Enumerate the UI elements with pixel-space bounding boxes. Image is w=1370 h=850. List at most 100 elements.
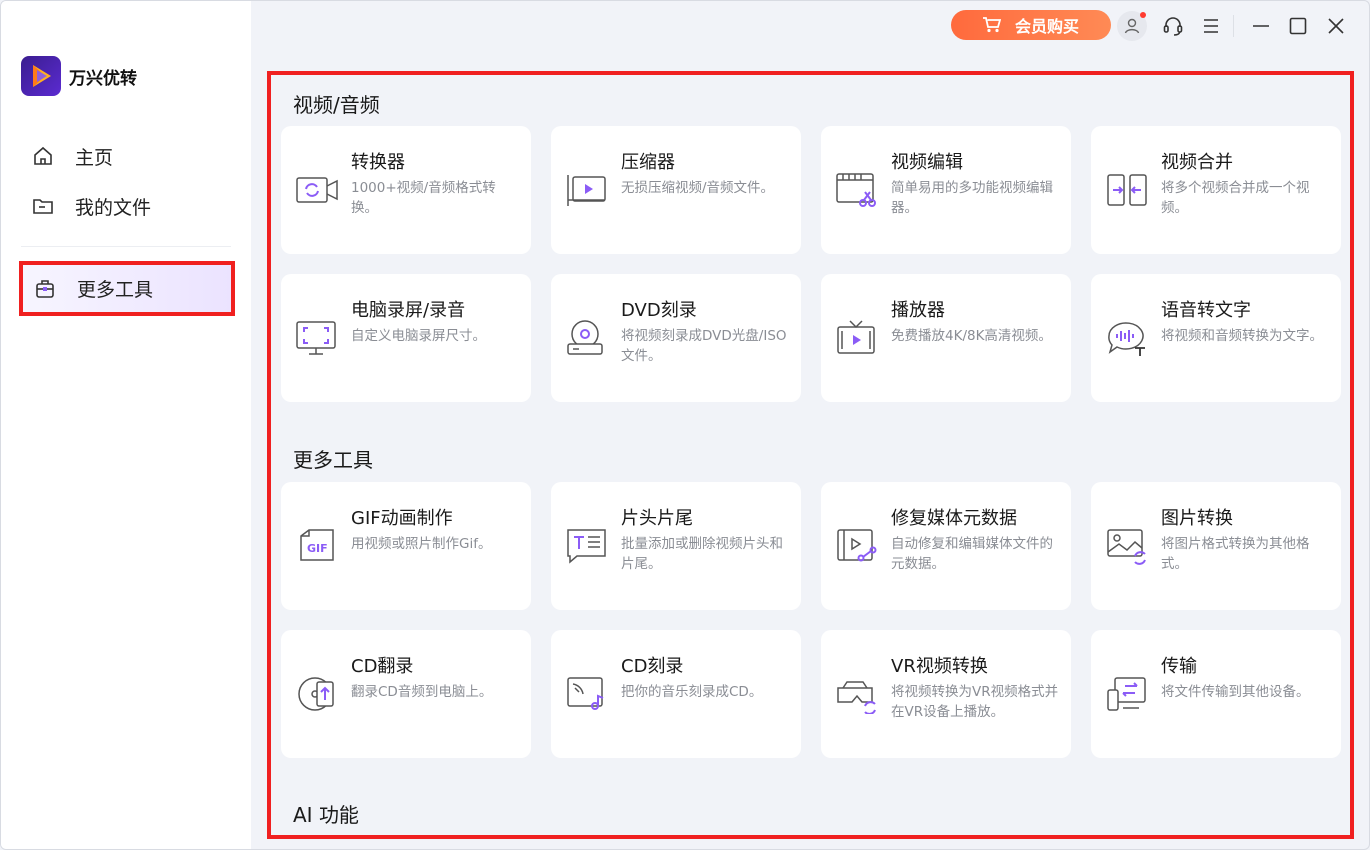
tool-card-title: 电脑录屏/录音: [351, 300, 466, 321]
maximize-icon: [1289, 17, 1307, 35]
tool-card-fix-metadata[interactable]: 修复媒体元数据 自动修复和编辑媒体文件的元数据。: [821, 482, 1071, 610]
title-bar: 会员购买: [251, 1, 1369, 51]
tool-card-desc: 批量添加或删除视频片头和片尾。: [621, 536, 783, 572]
cd-ripper-icon: [298, 677, 334, 711]
sidebar-item-my-files[interactable]: 我的文件: [31, 188, 151, 224]
cd-burner-icon: [567, 677, 604, 710]
tool-card-desc: 自定义电脑录屏尺寸。: [351, 328, 486, 344]
sidebar-item-more-tools[interactable]: 更多工具: [19, 261, 235, 316]
screen-recorder-icon: [296, 321, 336, 355]
tool-card-title: 语音转文字: [1161, 300, 1251, 321]
tool-card-video-merge[interactable]: 视频合并 将多个视频合并成一个视频。: [1091, 126, 1341, 254]
tool-card-desc: 自动修复和编辑媒体文件的元数据。: [891, 536, 1053, 572]
tool-card-converter[interactable]: 转换器 1000+视频/音频格式转换。: [281, 126, 531, 254]
support-button[interactable]: [1158, 11, 1188, 41]
tools-panel: 视频/音频 转换器 1000+视频/音频格式转换。 压缩器 无损压缩视频/音频文…: [267, 71, 1354, 839]
app-logo: 万兴优转: [21, 56, 137, 96]
vr-icon: [837, 681, 876, 714]
tool-card-desc: 用视频或照片制作Gif。: [351, 536, 492, 552]
tool-card-desc: 将多个视频合并成一个视频。: [1161, 180, 1310, 216]
tool-card-video-editor[interactable]: 视频编辑 简单易用的多功能视频编辑器。: [821, 126, 1071, 254]
tool-card-title: 视频合并: [1161, 152, 1233, 173]
tool-card-title: 视频编辑: [891, 152, 963, 173]
tool-card-title: GIF动画制作: [351, 508, 453, 529]
headset-icon: [1163, 17, 1183, 36]
minimize-button[interactable]: [1246, 11, 1276, 41]
tool-card-desc: 把你的音乐刻录成CD。: [621, 684, 763, 700]
gif-icon: GIF: [300, 529, 334, 561]
scrollbar-thumb[interactable]: [1351, 81, 1354, 641]
tool-card-desc: 将图片格式转换为其他格式。: [1161, 536, 1310, 572]
main-menu-button[interactable]: [1196, 11, 1226, 41]
player-icon: [837, 320, 875, 354]
maximize-button[interactable]: [1283, 11, 1313, 41]
speech-to-text-icon: [1108, 322, 1145, 356]
tool-card-title: CD刻录: [621, 656, 684, 677]
home-icon: [31, 144, 55, 168]
tool-card-compressor[interactable]: 压缩器 无损压缩视频/音频文件。: [551, 126, 801, 254]
tool-card-screen-recorder[interactable]: 电脑录屏/录音 自定义电脑录屏尺寸。: [281, 274, 531, 402]
sidebar-item-label: 主页: [75, 146, 114, 169]
section-title-video-audio: 视频/音频: [293, 93, 380, 117]
tool-card-desc: 将文件传输到其他设备。: [1161, 684, 1310, 700]
sidebar-item-label: 我的文件: [75, 196, 152, 219]
tool-card-cd-burner[interactable]: CD刻录 把你的音乐刻录成CD。: [551, 630, 801, 758]
converter-icon: [296, 177, 338, 203]
tool-card-title: 片头片尾: [621, 508, 693, 529]
sidebar-item-label: 更多工具: [77, 279, 154, 301]
tool-card-title: CD翻录: [351, 656, 414, 677]
app-name: 万兴优转: [69, 68, 137, 89]
tool-card-dvd-burner[interactable]: DVD刻录 将视频刻录成DVD光盘/ISO文件。: [551, 274, 801, 402]
section-title-ai-features: AI 功能: [293, 803, 359, 827]
tool-card-desc: 将视频转换为VR视频格式并在VR设备上播放。: [891, 684, 1059, 720]
minimize-icon: [1253, 25, 1269, 27]
tool-card-title: 压缩器: [621, 152, 675, 173]
tool-card-intro-outro[interactable]: 片头片尾 批量添加或删除视频片头和片尾。: [551, 482, 801, 610]
tool-card-gif-maker[interactable]: GIF GIF动画制作 用视频或照片制作Gif。: [281, 482, 531, 610]
notification-dot: [1140, 12, 1146, 18]
tool-card-title: 转换器: [351, 152, 405, 173]
tool-card-transfer[interactable]: 传输 将文件传输到其他设备。: [1091, 630, 1341, 758]
svg-text:GIF: GIF: [307, 542, 328, 555]
section-title-more-tools: 更多工具: [293, 448, 373, 472]
logo-mark-icon: [21, 56, 61, 96]
tool-card-title: 传输: [1161, 656, 1197, 677]
tool-card-desc: 将视频刻录成DVD光盘/ISO文件。: [621, 328, 787, 364]
scrollbar[interactable]: [1350, 75, 1354, 835]
dvd-icon: [567, 320, 603, 355]
metadata-icon: [837, 529, 877, 562]
tool-card-title: 播放器: [891, 300, 945, 321]
avatar[interactable]: [1117, 11, 1147, 41]
menu-icon: [1204, 19, 1218, 33]
avatar-icon: [1124, 18, 1140, 34]
tool-card-desc: 翻录CD音频到电脑上。: [351, 684, 493, 700]
sidebar-item-home[interactable]: 主页: [31, 138, 113, 174]
video-editor-icon: [836, 173, 876, 207]
tool-card-cd-ripper[interactable]: CD翻录 翻录CD音频到电脑上。: [281, 630, 531, 758]
close-button[interactable]: [1321, 11, 1351, 41]
titlebar-separator: [1233, 15, 1234, 37]
sidebar-divider: [21, 246, 231, 247]
tool-card-speech-to-text[interactable]: 语音转文字 将视频和音频转换为文字。: [1091, 274, 1341, 402]
tool-card-title: 修复媒体元数据: [891, 508, 1017, 529]
tool-card-desc: 将视频和音频转换为文字。: [1161, 328, 1323, 344]
app-window: 万兴优转 主页 我的文件 更多工具 会员购买 视频/音频 转换器 1000+视频…: [0, 0, 1370, 850]
cart-icon: [982, 17, 1001, 33]
vip-purchase-button[interactable]: 会员购买: [951, 10, 1111, 40]
close-icon: [1328, 18, 1344, 34]
tool-card-image-convert[interactable]: 图片转换 将图片格式转换为其他格式。: [1091, 482, 1341, 610]
tool-card-vr-converter[interactable]: VR视频转换 将视频转换为VR视频格式并在VR设备上播放。: [821, 630, 1071, 758]
tool-card-desc: 免费播放4K/8K高清视频。: [891, 328, 1052, 344]
compressor-icon: [567, 175, 606, 206]
vip-purchase-label: 会员购买: [1014, 17, 1079, 36]
tool-card-desc: 无损压缩视频/音频文件。: [621, 180, 775, 196]
tool-card-title: VR视频转换: [891, 656, 988, 677]
merge-icon: [1107, 174, 1147, 206]
sidebar: 万兴优转 主页 我的文件 更多工具: [1, 1, 251, 849]
tool-card-title: DVD刻录: [621, 300, 697, 321]
folder-icon: [31, 194, 55, 218]
tool-card-player[interactable]: 播放器 免费播放4K/8K高清视频。: [821, 274, 1071, 402]
tool-card-desc: 1000+视频/音频格式转换。: [351, 180, 496, 216]
toolbox-icon: [33, 277, 57, 301]
tool-card-desc: 简单易用的多功能视频编辑器。: [891, 180, 1053, 216]
